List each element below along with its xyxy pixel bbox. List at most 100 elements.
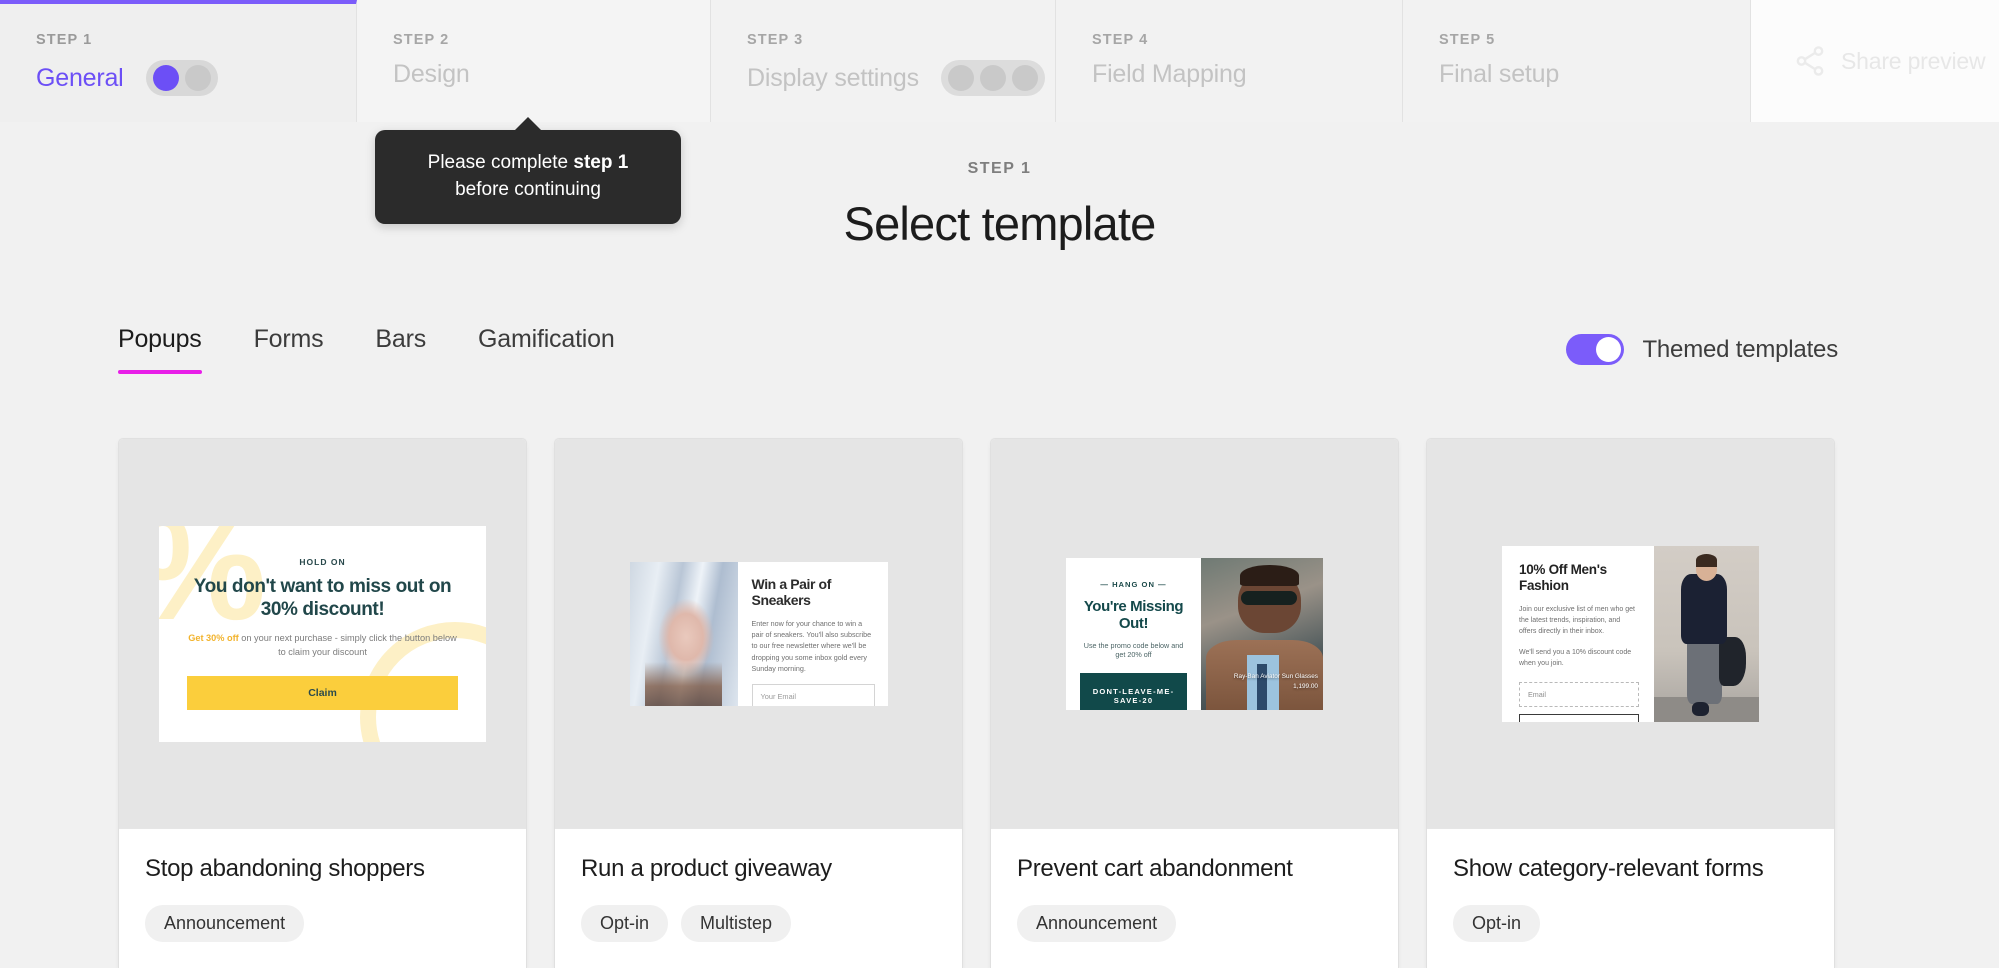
card-body: Prevent cart abandonment Announcement [991, 829, 1398, 968]
step-kicker: STEP 5 [1439, 32, 1496, 48]
tab-gamification[interactable]: Gamification [452, 325, 641, 374]
step-progress-dots [940, 60, 1045, 96]
shoe-shape [1691, 702, 1709, 717]
template-preview: Win a Pair of Sneakers Enter now for you… [555, 439, 962, 829]
page-kicker: STEP 1 [967, 160, 1032, 177]
template-grid: % HOLD ON You don't want to miss out on … [118, 438, 1838, 968]
preview-email-field: Your Email [751, 683, 875, 706]
page-header: STEP 1 Select template [0, 160, 1999, 251]
hair-shape [1696, 554, 1717, 567]
preview-heading: 10% Off Men's Fashion [1519, 561, 1607, 594]
share-preview-label: Share preview [1841, 47, 1986, 74]
step-tab-field-mapping[interactable]: STEP 4 Field Mapping [1056, 0, 1403, 122]
card-tag: Multistep [681, 905, 792, 942]
template-preview: % HOLD ON You don't want to miss out on … [119, 439, 526, 829]
template-card-show-category-relevant-forms[interactable]: 10% Off Men's Fashion Join our exclusive… [1426, 438, 1835, 968]
preview-email-field: Email [1519, 681, 1639, 707]
preview-heading: Win a Pair of Sneakers [751, 575, 832, 609]
popup-preview-sneakers: Win a Pair of Sneakers Enter now for you… [629, 561, 888, 706]
step-label: General [36, 63, 124, 92]
card-title: Prevent cart abandonment [1017, 855, 1293, 882]
step-label: Field Mapping [1092, 60, 1247, 88]
card-title: Run a product giveaway [581, 855, 832, 882]
category-tabs: Popups Forms Bars Gamification [118, 325, 641, 374]
template-card-prevent-cart-abandonment[interactable]: — HANG ON — You're Missing Out! Use the … [990, 438, 1399, 968]
card-tags: Opt-in Multistep [581, 905, 936, 942]
preview-body-1: Join our exclusive list of men who get t… [1519, 605, 1635, 636]
template-card-run-a-product-giveaway[interactable]: Win a Pair of Sneakers Enter now for you… [554, 438, 963, 968]
page-title: Select template [843, 197, 1157, 250]
preview-body-highlight: Get 30% off [188, 633, 239, 644]
sunglasses-model-photo: Ray-Ban Aviator Sun Glasses 1,199.00 [1201, 557, 1323, 710]
template-preview: 10% Off Men's Fashion Join our exclusive… [1427, 439, 1834, 829]
preview-body-2: We'll send you a 10% discount code when … [1519, 648, 1632, 667]
share-icon [1793, 44, 1827, 78]
progress-dot [979, 65, 1006, 91]
product-name: Ray-Ban Aviator Sun Glasses [1233, 673, 1318, 681]
card-body: Show category-relevant forms Opt-in [1427, 829, 1834, 968]
step-kicker: STEP 1 [36, 32, 93, 48]
card-tags: Announcement [145, 905, 500, 942]
preview-body: Use the promo code below and get 20% off [1083, 640, 1184, 659]
preview-cta-button: Claim [187, 675, 458, 710]
step-kicker: STEP 2 [393, 32, 450, 48]
step-kicker: STEP 3 [747, 32, 804, 48]
card-tag: Opt-in [1453, 905, 1541, 942]
step-locked-tooltip: Please complete step 1 before continuing [375, 130, 681, 224]
themed-templates-control: Themed templates [1566, 334, 1838, 365]
mens-fashion-photo [1654, 545, 1759, 722]
themed-templates-label: Themed templates [1642, 335, 1838, 363]
step-label: Final setup [1439, 60, 1560, 88]
product-caption: Ray-Ban Aviator Sun Glasses 1,199.00 [1234, 672, 1318, 691]
popup-preview-mens-fashion: 10% Off Men's Fashion Join our exclusive… [1502, 545, 1759, 722]
step-label: Display settings [747, 63, 919, 92]
tooltip-suffix: before continuing [455, 178, 601, 200]
step-tab-general[interactable]: STEP 1 General [0, 0, 357, 122]
tooltip-prefix: Please complete [427, 152, 574, 173]
tab-popups[interactable]: Popups [118, 325, 228, 374]
sneaker-photo [629, 561, 738, 706]
step-navigation: STEP 1 General STEP 2 Design STEP 3 Disp… [0, 0, 1999, 122]
progress-dot [152, 65, 179, 91]
popup-preview-discount: % HOLD ON You don't want to miss out on … [159, 525, 486, 742]
card-tags: Announcement [1017, 905, 1372, 942]
template-preview: — HANG ON — You're Missing Out! Use the … [991, 439, 1398, 829]
progress-dot [184, 65, 211, 91]
step-tab-final-setup[interactable]: STEP 5 Final setup [1403, 0, 1751, 122]
card-body: Run a product giveaway Opt-in Multistep [555, 829, 962, 968]
card-tags: Opt-in [1453, 905, 1808, 942]
preview-heading: You're Missing Out! [1083, 597, 1184, 632]
preview-body: Get 30% off on your next purchase - simp… [187, 632, 458, 660]
toggle-knob [1596, 337, 1622, 362]
card-title: Stop abandoning shoppers [145, 855, 425, 882]
card-title: Show category-relevant forms [1453, 855, 1764, 882]
tooltip-bold: step 1 [573, 152, 629, 173]
progress-dot [1011, 65, 1038, 91]
card-body: Stop abandoning shoppers Announcement [119, 829, 526, 968]
preview-promo-code-button: DONT-LEAVE-ME-SAVE-20 [1080, 672, 1187, 710]
hair-shape [1240, 565, 1299, 587]
preview-heading: You don't want to miss out on 30% discou… [193, 576, 452, 620]
card-tag: Announcement [145, 905, 305, 942]
sunglasses-shape [1241, 590, 1298, 605]
torso-shape [1681, 573, 1728, 645]
preview-kicker: HOLD ON [299, 557, 346, 568]
themed-templates-toggle[interactable] [1566, 334, 1625, 365]
preview-body-rest: on your next purchase - simply click the… [238, 633, 457, 657]
step-tab-design[interactable]: STEP 2 Design [357, 0, 711, 122]
tab-forms[interactable]: Forms [228, 325, 350, 374]
bag-shape [1719, 637, 1747, 687]
template-card-stop-abandoning-shoppers[interactable]: % HOLD ON You don't want to miss out on … [118, 438, 527, 968]
preview-kicker: — HANG ON — [1100, 579, 1167, 589]
tab-bars[interactable]: Bars [349, 325, 452, 374]
progress-dot [947, 65, 974, 91]
share-preview-button[interactable]: Share preview [1751, 0, 1999, 122]
step-label: Design [393, 60, 470, 88]
step-tab-display-settings[interactable]: STEP 3 Display settings [711, 0, 1056, 122]
step-progress-dots [145, 60, 218, 96]
preview-cta-button: Yes, Give Me 10% Off [1519, 713, 1639, 722]
category-tabs-row: Popups Forms Bars Gamification Themed te… [118, 325, 1838, 374]
popup-preview-missing-out: — HANG ON — You're Missing Out! Use the … [1066, 557, 1323, 710]
product-price: 1,199.00 [1293, 682, 1318, 690]
legs-shape [1686, 637, 1723, 704]
